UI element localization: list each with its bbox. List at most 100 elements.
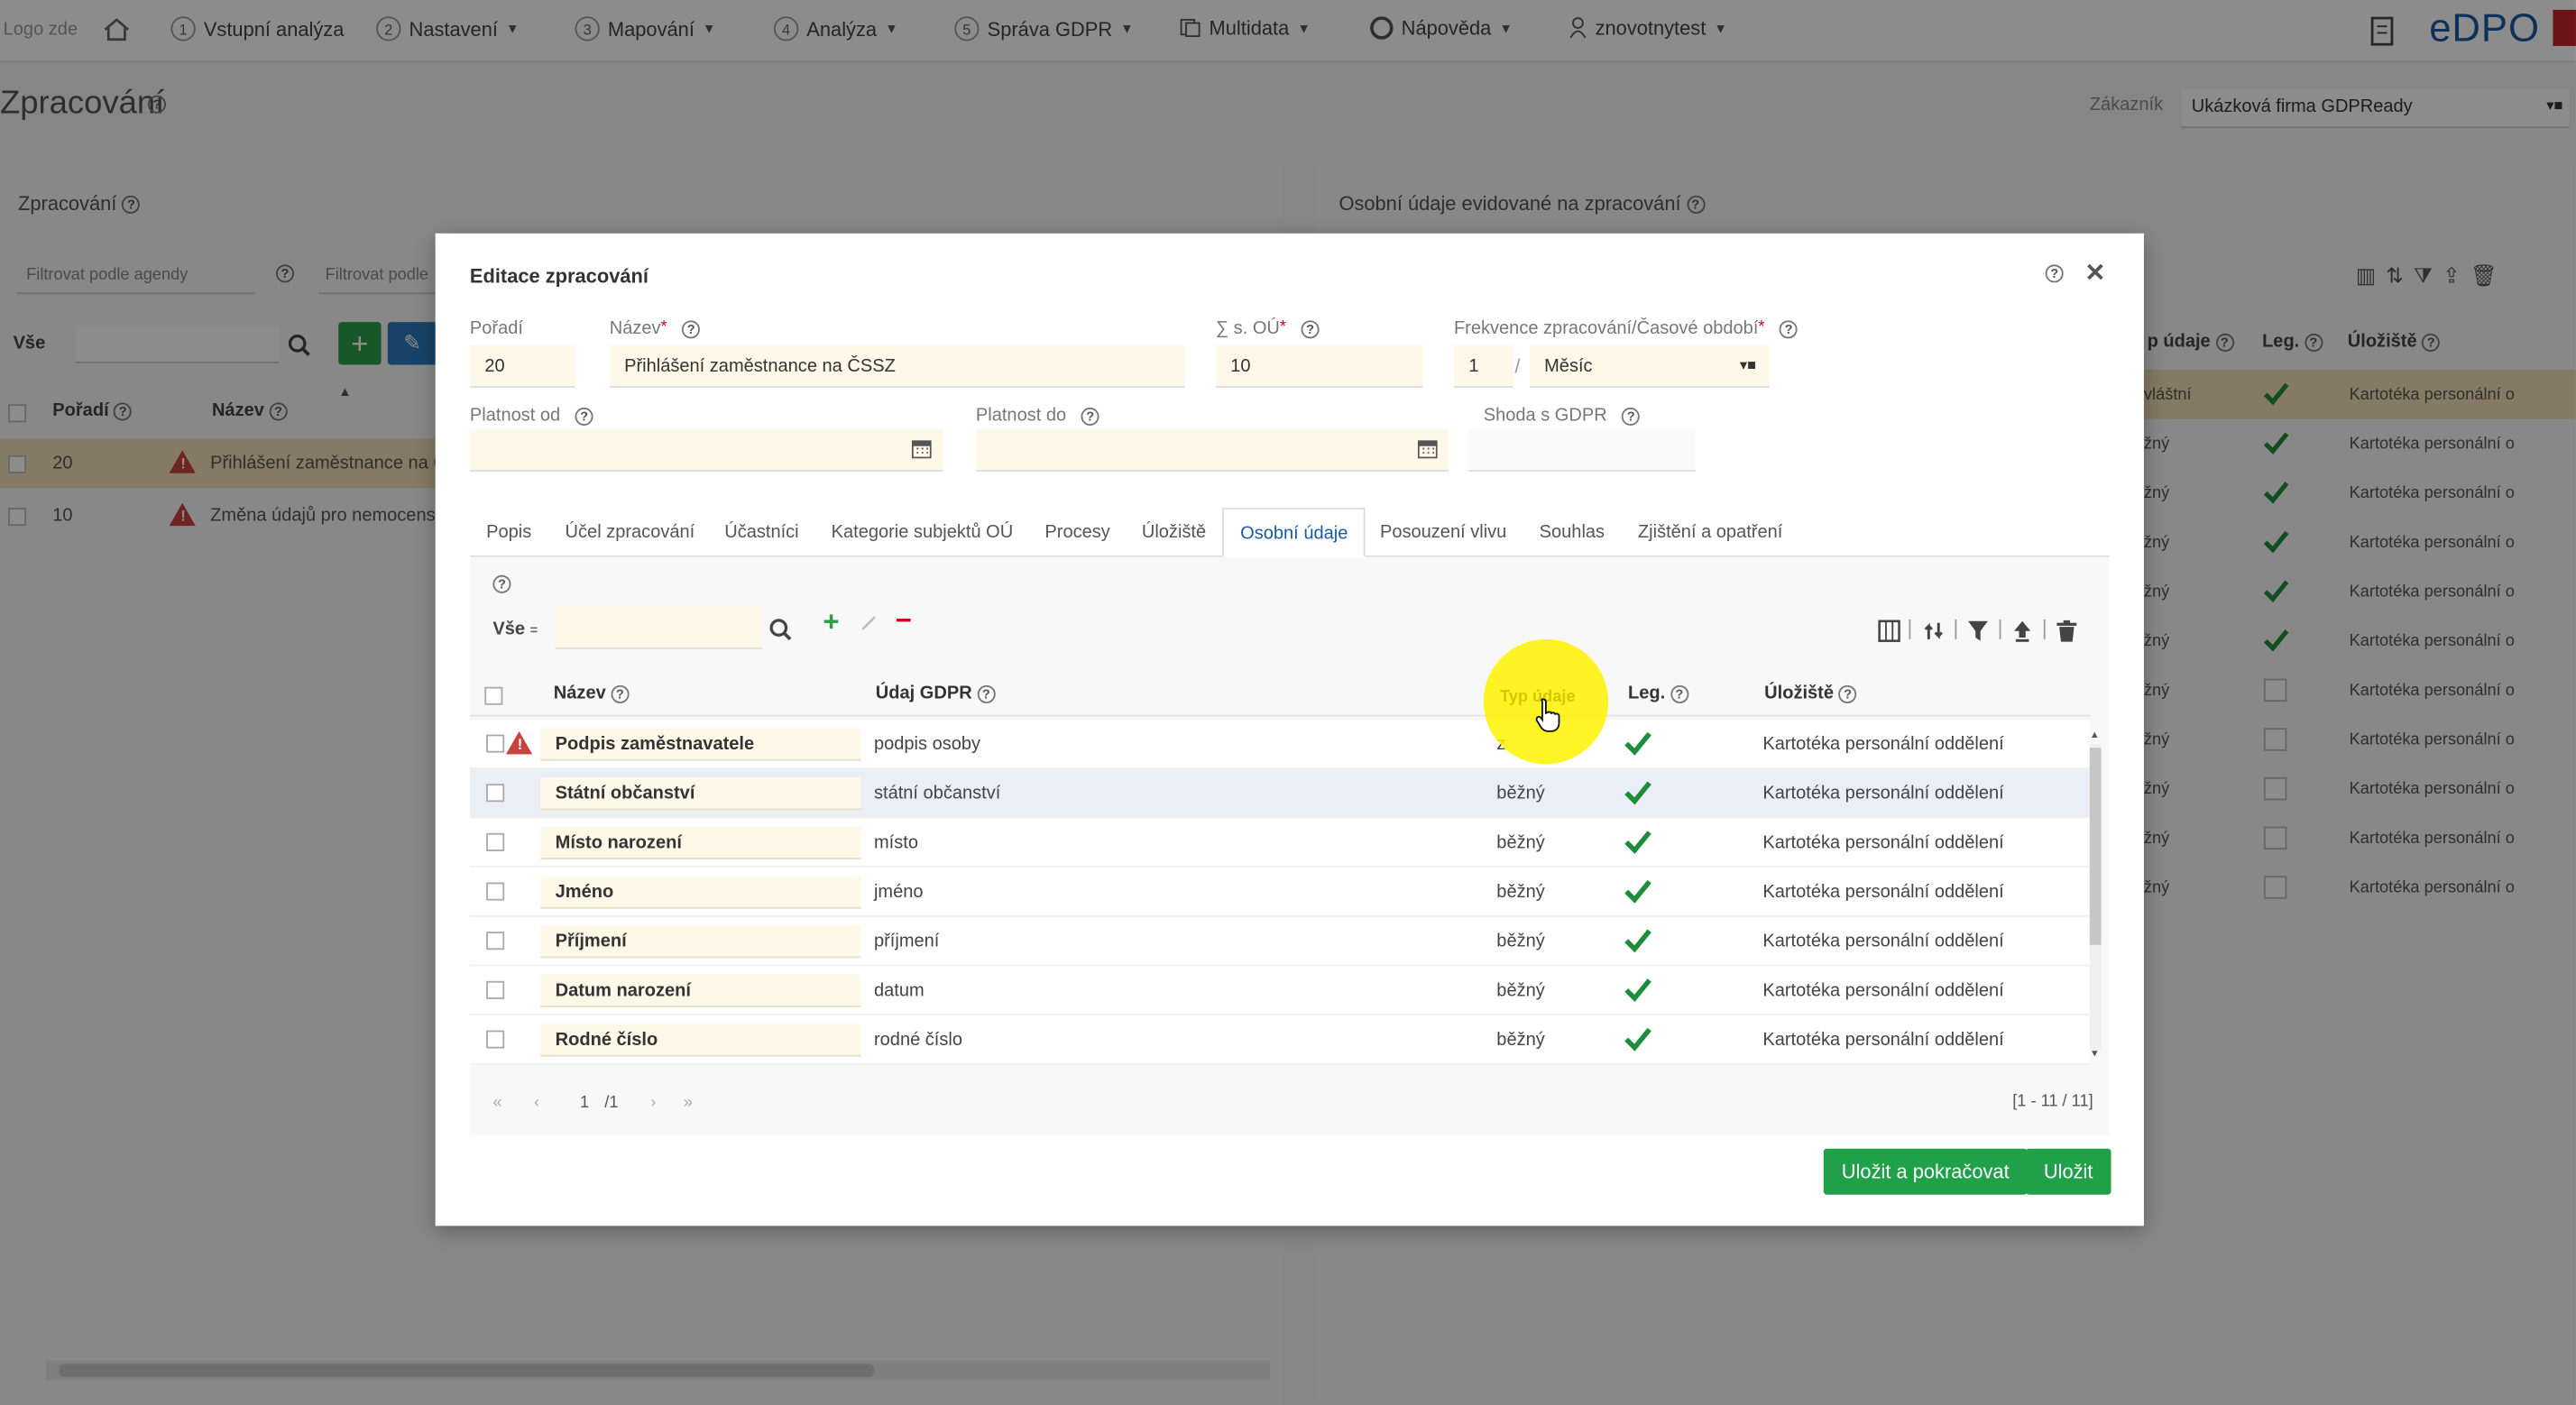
row-checkbox[interactable] (486, 734, 505, 753)
table-row[interactable]: !Podpis zaměstnavatelepodpis osobyzKarto… (469, 720, 2090, 769)
label-text: Shoda s GDPR (1483, 406, 1607, 426)
help-icon[interactable]: ? (1838, 684, 1857, 703)
platnost-do-input[interactable] (975, 428, 1449, 472)
tab-ucel-zpracovani[interactable]: Účel zpracování (548, 508, 711, 557)
tab-kategorie-subjektu[interactable]: Kategorie subjektů OÚ (814, 508, 1029, 557)
row-nazev-input[interactable]: Rodné číslo (540, 1024, 861, 1057)
help-icon[interactable]: ? (1780, 319, 1799, 338)
calendar-icon[interactable] (1417, 439, 1438, 459)
scroll-down-icon[interactable]: ▼ (2090, 1050, 2100, 1060)
edit-icon[interactable] (860, 611, 879, 631)
toolbar-separator (1909, 619, 1911, 639)
select-all-checkbox[interactable] (484, 686, 503, 705)
save-and-continue-button[interactable]: Uložit a pokračovat (1823, 1148, 2028, 1195)
scrollbar-thumb[interactable] (2089, 748, 2102, 945)
column-header-uloziste[interactable]: Úložiště ? (1764, 684, 1857, 703)
last-page-icon[interactable]: » (684, 1095, 693, 1113)
shoda-select[interactable] (1468, 428, 1696, 472)
row-typ-udaje: běžný (1496, 1030, 1545, 1051)
export-icon[interactable] (2010, 620, 2033, 643)
row-typ-udaje: běžný (1496, 784, 1545, 804)
row-uloziste: Kartotéka personální oddělení (1762, 882, 2004, 903)
scroll-up-icon[interactable]: ▲ (2090, 731, 2100, 741)
filter-icon[interactable] (1966, 620, 1989, 643)
row-udaj-gdpr: místo (873, 832, 918, 853)
tab-uloziste[interactable]: Úložiště (1126, 508, 1223, 557)
sou-input[interactable]: 10 (1215, 344, 1423, 389)
row-checkbox[interactable] (486, 932, 505, 950)
column-header-nazev[interactable]: Název ? (554, 684, 630, 703)
table-row[interactable]: Rodné číslo rodné číslo běžný Kartotéka per… (469, 1015, 2090, 1065)
tab-posouzeni-vlivu[interactable]: Posouzení vlivu (1364, 508, 1523, 557)
next-page-icon[interactable]: › (650, 1095, 656, 1113)
first-page-icon[interactable]: « (492, 1095, 501, 1113)
remove-icon[interactable]: − (896, 605, 912, 638)
frekvence-number-input[interactable]: 1 (1453, 344, 1513, 389)
row-nazev-input[interactable]: Státní občanství (540, 776, 861, 811)
prev-page-icon[interactable]: ‹ (534, 1095, 539, 1113)
trash-icon[interactable] (2056, 620, 2078, 643)
tab-popis[interactable]: Popis (470, 508, 548, 557)
help-icon[interactable]: ? (1622, 407, 1641, 426)
row-nazev-input[interactable]: Datum narození (540, 974, 861, 1008)
tab-procesy[interactable]: Procesy (1028, 508, 1127, 557)
sort-icon[interactable] (1922, 620, 1945, 643)
calendar-icon[interactable] (911, 439, 932, 459)
row-checkbox[interactable] (486, 1030, 505, 1049)
dropdown-icon: ▾■ (1739, 356, 1757, 373)
column-header-udaj-gdpr[interactable]: Údaj GDPR ? (876, 684, 996, 703)
help-icon[interactable]: ? (1670, 684, 1688, 703)
platnost-do-label: Platnost do ? (976, 406, 1099, 426)
help-icon[interactable]: ? (611, 684, 630, 703)
help-icon[interactable]: ? (1081, 407, 1099, 426)
row-udaj-gdpr: podpis osoby (873, 734, 981, 755)
help-icon[interactable]: ? (682, 319, 701, 338)
row-checkbox[interactable] (486, 832, 505, 851)
modal-tabs: Popis Účel zpracování Účastníci Kategori… (469, 508, 2110, 557)
equals-icon: = (529, 622, 538, 638)
row-nazev-input[interactable]: Jméno (540, 876, 861, 909)
platnost-od-input[interactable] (469, 428, 943, 472)
row-checkbox[interactable] (486, 784, 505, 803)
row-udaj-gdpr: příjmení (873, 932, 940, 952)
table-row[interactable]: Místo narození místo běžný Kartotéka person… (469, 818, 2090, 868)
pointer-cursor-icon (1535, 698, 1560, 732)
search-input[interactable] (555, 606, 763, 649)
poradi-input[interactable]: 20 (469, 344, 575, 389)
nazev-input[interactable]: Přihlášení zaměstnance na ČSSZ (609, 344, 1185, 389)
help-icon[interactable]: ? (492, 574, 511, 593)
frekvence-unit-select[interactable]: Měsíc ▾■ (1529, 344, 1770, 389)
row-typ-udaje: běžný (1496, 832, 1545, 853)
tab-osobni-udaje[interactable]: Osobní údaje (1222, 508, 1366, 557)
save-button[interactable]: Uložit (2025, 1148, 2111, 1195)
search-icon[interactable] (768, 618, 792, 641)
row-nazev-input[interactable]: Podpis zaměstnavatele (540, 728, 861, 761)
page-number[interactable]: 1 (580, 1095, 589, 1113)
row-nazev-input[interactable]: Místo narození (540, 826, 861, 860)
table-row[interactable]: Státní občanství státní občanství běžný Kar… (469, 768, 2090, 819)
row-checkbox[interactable] (486, 882, 505, 901)
tab-zjisteni-opatreni[interactable]: Zjištění a opatření (1622, 508, 1799, 557)
table-row[interactable]: Jméno jméno běžný Kartotéka personální oddě… (469, 868, 2090, 917)
row-checkbox[interactable] (486, 980, 505, 999)
toolbar-separator (1955, 619, 1957, 639)
table-row[interactable]: Datum narození datum běžný Kartotéka person… (469, 966, 2090, 1016)
columns-icon[interactable] (1878, 620, 1900, 643)
record-range: [1 - 11 / 11] (2012, 1092, 2093, 1111)
column-header-leg[interactable]: Leg. ? (1628, 684, 1688, 703)
check-icon (1624, 929, 1651, 953)
help-icon[interactable]: ? (575, 407, 593, 426)
vertical-scrollbar[interactable]: ▲ ▼ (2086, 731, 2102, 1060)
tab-souhlas[interactable]: Souhlas (1523, 508, 1621, 557)
help-icon[interactable]: ? (977, 684, 996, 703)
help-icon[interactable]: ? (1301, 319, 1320, 338)
close-icon[interactable]: ✕ (2084, 258, 2105, 288)
frekvence-separator: / (1514, 354, 1521, 379)
row-udaj-gdpr: rodné číslo (873, 1030, 962, 1051)
add-icon[interactable]: + (823, 606, 840, 638)
help-icon[interactable]: ? (2045, 264, 2064, 283)
table-row[interactable]: Příjmení příjmení běžný Kartotéka personáln… (469, 916, 2090, 967)
poradi-label: Pořadí (469, 318, 523, 339)
row-nazev-input[interactable]: Příjmení (540, 924, 861, 959)
tab-ucastnici[interactable]: Účastníci (708, 508, 815, 557)
